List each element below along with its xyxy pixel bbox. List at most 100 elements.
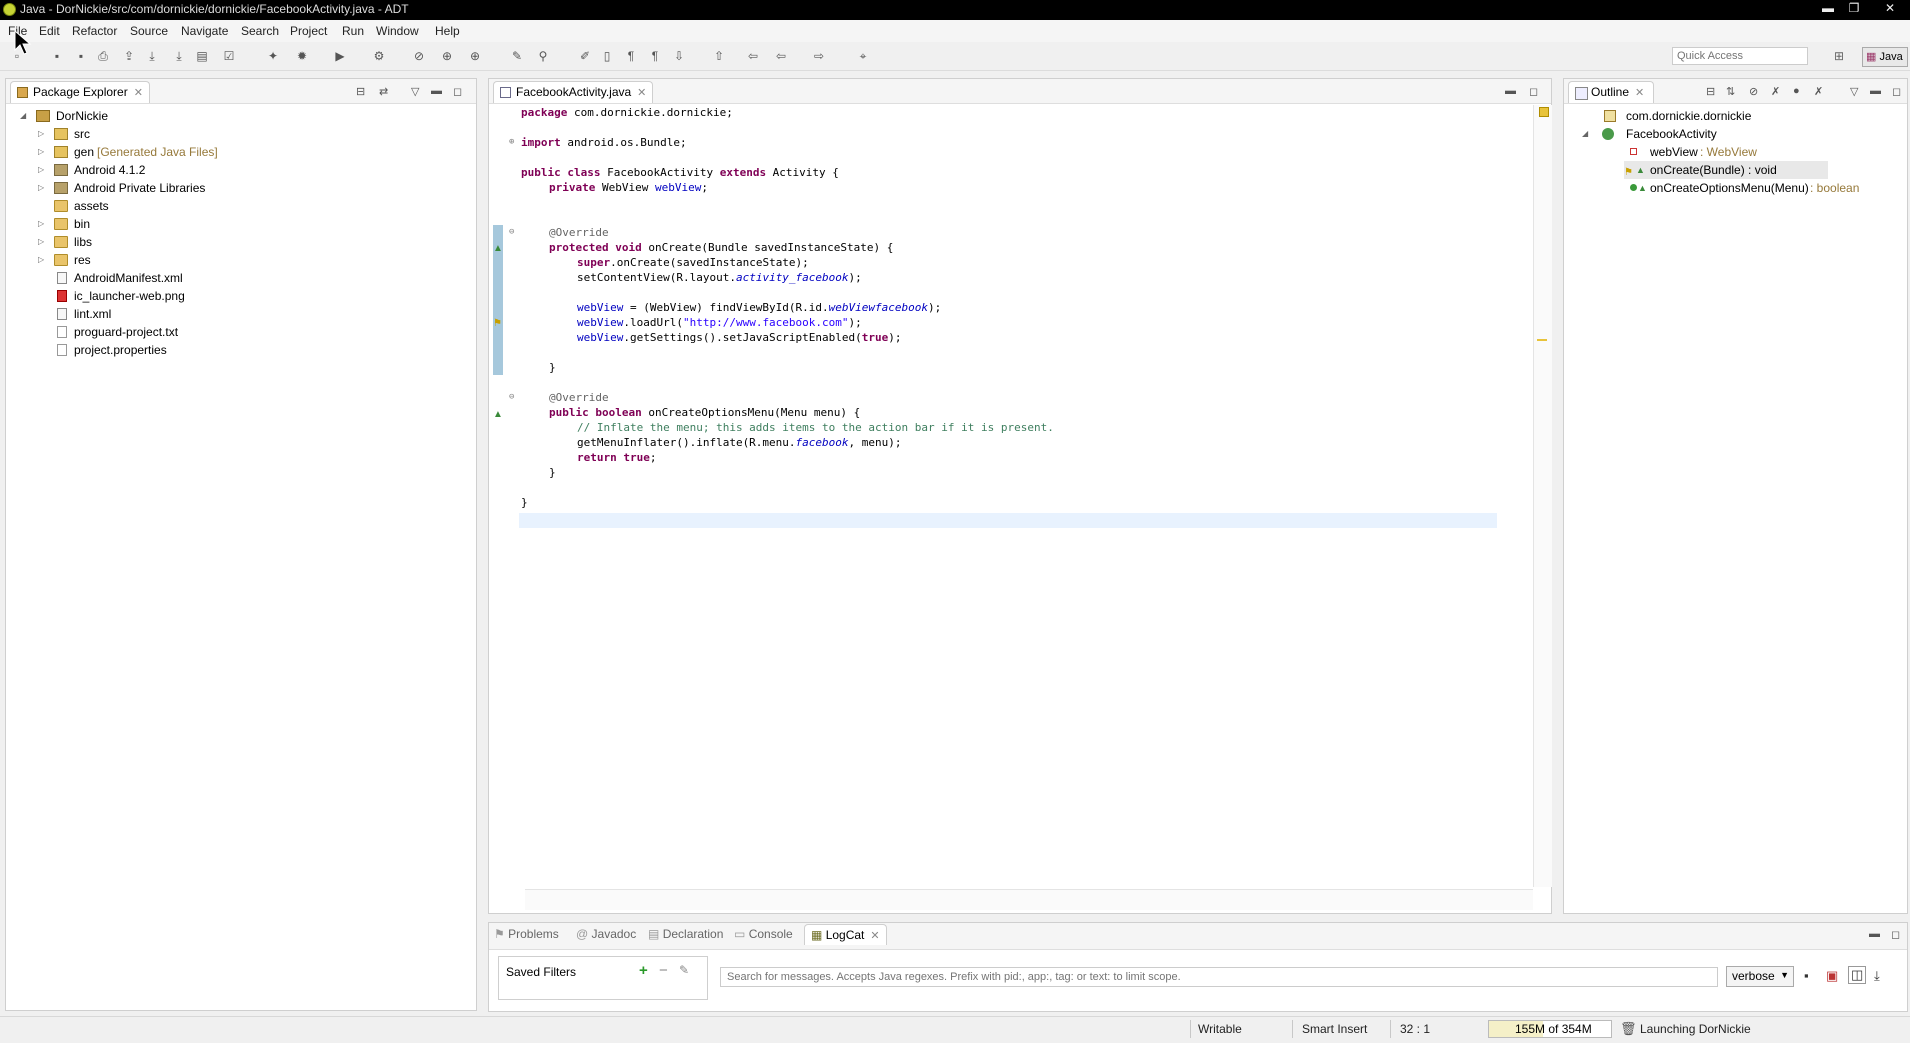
- collapse-all-icon[interactable]: ⊟: [356, 85, 365, 98]
- tree-item-src[interactable]: ▷ src: [38, 125, 338, 143]
- close-window-icon[interactable]: ✕: [1880, 0, 1900, 18]
- log-level-select[interactable]: verbose ▼: [1726, 966, 1794, 987]
- collapsed-arrow-icon[interactable]: ▷: [38, 215, 47, 228]
- hide-static-icon[interactable]: ✗: [1771, 85, 1780, 98]
- minimize-view-icon[interactable]: ▬: [431, 85, 442, 97]
- maximize-view-icon[interactable]: ◻: [1891, 928, 1900, 941]
- new-package-icon[interactable]: ⊕: [468, 49, 482, 63]
- view-menu-icon[interactable]: ▽: [411, 85, 419, 98]
- tab-console[interactable]: ▭ Console: [734, 924, 793, 944]
- tab-facebookactivity-java[interactable]: FacebookActivity.java ✕: [493, 81, 653, 103]
- horizontal-scrollbar[interactable]: [525, 889, 1533, 910]
- restore-icon[interactable]: ❐: [1844, 0, 1864, 18]
- open-perspective-icon[interactable]: ⊞: [1834, 49, 1844, 63]
- tab-logcat[interactable]: ▦ LogCat ✕: [804, 924, 887, 945]
- logcat-search-input[interactable]: [720, 967, 1718, 987]
- tab-declaration[interactable]: ▤ Declaration: [648, 924, 723, 944]
- java-perspective-button[interactable]: ▦ Java: [1862, 47, 1908, 67]
- toggle-block-icon[interactable]: ▯: [600, 49, 614, 63]
- link-with-editor-icon[interactable]: ⇄: [379, 85, 388, 98]
- tree-item-lint-xml[interactable]: lint.xml: [38, 305, 338, 323]
- toggle-filters-icon[interactable]: ◫: [1848, 966, 1867, 984]
- vertical-scrollbar[interactable]: [1533, 105, 1552, 887]
- menu-project[interactable]: Project: [290, 24, 327, 38]
- tree-item-libs[interactable]: ▷ libs: [38, 233, 338, 251]
- hide-nonpublic-icon[interactable]: ●: [1793, 85, 1800, 97]
- maximize-editor-icon[interactable]: ◻: [1529, 85, 1538, 98]
- lint-check-icon[interactable]: ☑: [222, 49, 236, 63]
- next-annotation-icon[interactable]: ⇩: [672, 49, 686, 63]
- clear-log-icon[interactable]: ▣: [1826, 968, 1838, 984]
- show-whitespace-icon[interactable]: ¶: [624, 49, 638, 63]
- tree-item-project-properties[interactable]: project.properties: [38, 341, 338, 359]
- sdk-manager-icon[interactable]: ⤓: [172, 49, 186, 63]
- code-area[interactable]: ▲ ⚑ ▲ package com.dornickie.dornickie; ⊕…: [489, 105, 1533, 887]
- save-all-icon[interactable]: ▪: [74, 49, 88, 63]
- tree-item-android-412[interactable]: ▷ Android 4.1.2: [38, 161, 338, 179]
- toggle-mark-icon[interactable]: ✐: [578, 49, 592, 63]
- save-icon[interactable]: ▪: [50, 49, 64, 63]
- menu-edit[interactable]: Edit: [39, 24, 60, 38]
- last-edit-icon[interactable]: ⇦: [746, 49, 760, 63]
- new-java-class-icon[interactable]: ⊕: [440, 49, 454, 63]
- minimize-icon[interactable]: ▬: [1818, 0, 1838, 18]
- tab-problems[interactable]: ⚑ Problems: [494, 924, 559, 944]
- menu-run[interactable]: Run: [342, 24, 364, 38]
- fold-collapse-icon[interactable]: ⊖: [509, 225, 518, 240]
- view-menu-icon[interactable]: ▽: [1850, 85, 1858, 98]
- avd-manager-icon[interactable]: ▤: [195, 49, 209, 63]
- tree-item-ic-launcher-web[interactable]: ic_launcher-web.png: [38, 287, 338, 305]
- open-type-icon[interactable]: ✎: [510, 49, 524, 63]
- new-android-project-icon[interactable]: ✦: [266, 49, 280, 63]
- collapsed-arrow-icon[interactable]: ▷: [38, 125, 47, 138]
- forward-icon[interactable]: ⇨: [812, 49, 826, 63]
- debug-icon[interactable]: ✹: [295, 49, 309, 63]
- minimize-editor-icon[interactable]: ▬: [1505, 85, 1516, 97]
- close-icon[interactable]: ✕: [1635, 87, 1644, 99]
- tab-outline[interactable]: Outline ✕: [1568, 81, 1654, 103]
- upload-icon[interactable]: ⇪: [122, 49, 136, 63]
- expanded-arrow-icon[interactable]: ◢: [1582, 125, 1591, 138]
- collapsed-arrow-icon[interactable]: ▷: [38, 179, 47, 192]
- fold-expand-icon[interactable]: ⊕: [509, 135, 518, 150]
- add-filter-icon[interactable]: +: [639, 962, 648, 979]
- heap-status[interactable]: 155M of 354M: [1488, 1020, 1612, 1038]
- scroll-lock-icon[interactable]: ⤓: [1874, 968, 1880, 984]
- show-whitespace-icon-2[interactable]: ¶: [648, 49, 662, 63]
- overview-ruler-mark[interactable]: [1537, 339, 1547, 341]
- minimize-view-icon[interactable]: ▬: [1870, 85, 1881, 97]
- collapsed-arrow-icon[interactable]: ▷: [38, 143, 47, 156]
- quick-access-input[interactable]: [1672, 47, 1808, 65]
- collapsed-arrow-icon[interactable]: ▷: [38, 233, 47, 246]
- overview-ruler-warning-icon[interactable]: [1539, 107, 1549, 117]
- sort-icon[interactable]: ⇅: [1726, 85, 1735, 98]
- tree-item-assets[interactable]: assets: [38, 197, 338, 215]
- fold-collapse-icon[interactable]: ⊖: [509, 390, 518, 405]
- menu-refactor[interactable]: Refactor: [72, 24, 117, 38]
- close-icon[interactable]: ✕: [134, 87, 143, 99]
- print-icon[interactable]: ⎙: [96, 49, 110, 63]
- back-icon[interactable]: ⇦: [774, 49, 788, 63]
- outline-member-oncreate[interactable]: ⚑ ▲ onCreate(Bundle) : void: [1624, 161, 1828, 179]
- edit-filter-icon[interactable]: ✎: [679, 963, 689, 977]
- hide-local-types-icon[interactable]: ✗: [1814, 85, 1823, 98]
- tree-item-bin[interactable]: ▷ bin: [38, 215, 338, 233]
- menu-source[interactable]: Source: [130, 24, 168, 38]
- minimize-view-icon[interactable]: ▬: [1869, 928, 1880, 940]
- menu-navigate[interactable]: Navigate: [181, 24, 228, 38]
- tab-javadoc[interactable]: @ Javadoc: [576, 924, 636, 944]
- collapse-all-icon[interactable]: ⊟: [1706, 85, 1715, 98]
- collapsed-arrow-icon[interactable]: ▷: [38, 251, 47, 264]
- tab-package-explorer[interactable]: Package Explorer ✕: [10, 81, 150, 103]
- tree-item-proguard[interactable]: proguard-project.txt: [38, 323, 338, 341]
- tree-item-gen[interactable]: ▷ gen [Generated Java Files]: [38, 143, 338, 161]
- remove-filter-icon[interactable]: −: [659, 962, 668, 979]
- maximize-view-icon[interactable]: ◻: [453, 85, 462, 98]
- tree-item-res[interactable]: ▷ res: [38, 251, 338, 269]
- run-icon[interactable]: ▶: [333, 49, 347, 63]
- menu-search[interactable]: Search: [241, 24, 279, 38]
- collapsed-arrow-icon[interactable]: ▷: [38, 161, 47, 174]
- save-log-icon[interactable]: ▪: [1804, 968, 1809, 983]
- maximize-view-icon[interactable]: ◻: [1892, 85, 1901, 98]
- close-icon[interactable]: ✕: [870, 930, 879, 942]
